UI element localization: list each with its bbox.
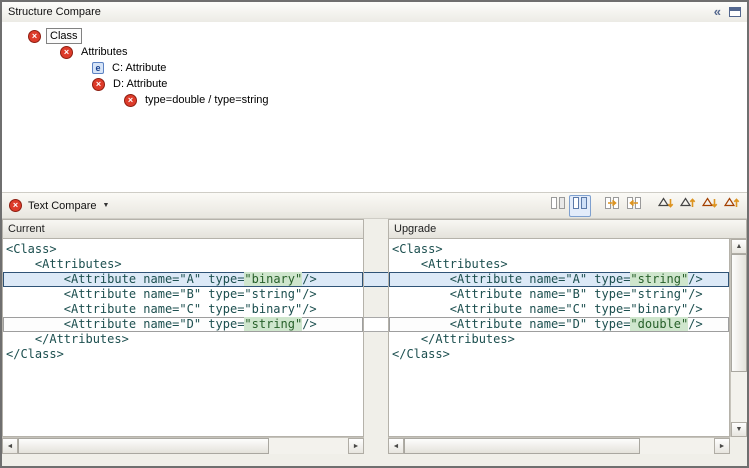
scrollbar-gap	[364, 437, 388, 454]
scroll-right-arrow[interactable]: ►	[348, 438, 364, 454]
change-icon: ×	[28, 30, 41, 43]
code-line[interactable]: <Attribute name="D" type="double"/>	[389, 317, 729, 332]
delta-up-amber-icon	[724, 195, 740, 216]
structure-compare-title: Structure Compare	[8, 6, 101, 18]
code-line[interactable]: <Class>	[389, 242, 729, 257]
code-line[interactable]: <Class>	[3, 242, 363, 257]
code-line[interactable]: </Attributes>	[389, 332, 729, 347]
right-pane-title: Upgrade	[388, 219, 747, 239]
next-change-button[interactable]	[699, 195, 721, 217]
element-icon: e	[92, 62, 104, 74]
scroll-left-arrow[interactable]: ◄	[388, 438, 404, 454]
left-pane-title: Current	[2, 219, 364, 239]
header-gutter	[364, 219, 388, 239]
copy-left-to-right-button[interactable]	[601, 195, 623, 217]
scrollbar-corner	[730, 437, 747, 454]
copy-right-to-left-button[interactable]	[623, 195, 645, 217]
left-horizontal-scroll-thumb[interactable]	[18, 438, 269, 454]
code-line[interactable]: <Attribute name="A" type="binary"/>	[3, 272, 363, 287]
scroll-right-arrow[interactable]: ►	[714, 438, 730, 454]
code-line[interactable]: <Attribute name="C" type="binary"/>	[3, 302, 363, 317]
tree-item[interactable]: × type=double / type=string	[2, 92, 747, 108]
chevron-down-icon[interactable]: ▼	[102, 202, 109, 209]
text-compare-title: Text Compare	[28, 200, 96, 212]
code-line[interactable]: <Attribute name="A" type="string"/>	[389, 272, 729, 287]
code-line[interactable]: </Class>	[389, 347, 729, 362]
delta-down-icon	[658, 195, 674, 216]
delta-down-amber-icon	[702, 195, 718, 216]
tree-item[interactable]: × Attributes	[2, 44, 747, 60]
vertical-scroll-track[interactable]	[731, 254, 747, 422]
code-line[interactable]: <Attribute name="D" type="string"/>	[3, 317, 363, 332]
tree-item-label: C: Attribute	[109, 61, 169, 75]
right-horizontal-scroll-track[interactable]	[404, 438, 714, 454]
left-horizontal-scrollbar[interactable]: ◄ ►	[2, 437, 364, 454]
tree-item[interactable]: × Class	[2, 28, 747, 44]
tree-item-label: Attributes	[78, 45, 130, 59]
structure-header-icons: «	[714, 6, 741, 18]
next-difference-button[interactable]	[655, 195, 677, 217]
right-horizontal-scroll-thumb[interactable]	[404, 438, 640, 454]
tree-item-label: Class	[46, 28, 82, 44]
code-line[interactable]: <Attributes>	[3, 257, 363, 272]
tree-item-label: D: Attribute	[110, 77, 170, 91]
tree-item[interactable]: × D: Attribute	[2, 76, 747, 92]
scroll-up-arrow[interactable]: ▲	[731, 239, 747, 254]
pane-headers: Current Upgrade	[2, 219, 747, 239]
structure-tree: × Class × Attributes e C: Attribute × D: Attrib…	[2, 22, 747, 192]
scroll-left-arrow[interactable]: ◄	[2, 438, 18, 454]
ancestor-pane-button[interactable]	[547, 195, 569, 217]
change-icon: ×	[92, 78, 105, 91]
previous-difference-button[interactable]	[677, 195, 699, 217]
vertical-scroll-thumb[interactable]	[731, 254, 747, 372]
code-line[interactable]: <Attribute name="C" type="binary"/>	[389, 302, 729, 317]
right-horizontal-scrollbar[interactable]: ◄ ►	[388, 437, 730, 454]
previous-change-button[interactable]	[721, 195, 743, 217]
copy-right-icon	[604, 195, 620, 216]
tree-item-label: type=double / type=string	[142, 93, 272, 107]
side-by-side-icon	[572, 195, 588, 216]
left-horizontal-scroll-track[interactable]	[18, 438, 348, 454]
scroll-down-arrow[interactable]: ▼	[731, 422, 747, 437]
structure-compare-header: Structure Compare «	[2, 2, 747, 22]
restore-icon[interactable]	[729, 7, 741, 17]
compare-editor-window: Structure Compare « × Class × Attributes e C:…	[0, 0, 749, 468]
diff-connector-selected[interactable]	[364, 272, 388, 287]
code-line[interactable]: <Attribute name="B" type="string"/>	[389, 287, 729, 302]
diff-gutter	[364, 239, 388, 437]
text-compare-header: × Text Compare ▼	[2, 192, 747, 219]
ancestor-pane-icon	[550, 195, 566, 216]
tree-item[interactable]: e C: Attribute	[2, 60, 747, 76]
delta-up-icon	[680, 195, 696, 216]
code-line[interactable]: <Attribute name="B" type="string"/>	[3, 287, 363, 302]
horizontal-scrollbar-row: ◄ ► ◄ ►	[2, 437, 747, 454]
compare-editors: <Class> <Attributes> <Attribute name="A"…	[2, 239, 747, 437]
diff-token: "double"	[630, 317, 688, 331]
diff-connector[interactable]	[364, 317, 388, 332]
two-way-compare-button[interactable]	[569, 195, 591, 217]
code-line[interactable]: </Class>	[3, 347, 363, 362]
collapse-icon[interactable]: «	[714, 6, 721, 18]
diff-token: "binary"	[244, 272, 302, 286]
window-bottom-edge	[2, 454, 747, 466]
compare-toolbar	[547, 195, 743, 217]
copy-left-icon	[626, 195, 642, 216]
diff-token: "string"	[244, 317, 302, 331]
change-icon: ×	[124, 94, 137, 107]
code-line[interactable]: <Attributes>	[389, 257, 729, 272]
vertical-scrollbar[interactable]: ▲ ▼	[730, 239, 747, 437]
right-editor[interactable]: <Class> <Attributes> <Attribute name="A"…	[388, 239, 730, 437]
left-editor[interactable]: <Class> <Attributes> <Attribute name="A"…	[2, 239, 364, 437]
change-icon: ×	[9, 199, 22, 212]
change-icon: ×	[60, 46, 73, 59]
diff-token: "string"	[630, 272, 688, 286]
code-line[interactable]: </Attributes>	[3, 332, 363, 347]
